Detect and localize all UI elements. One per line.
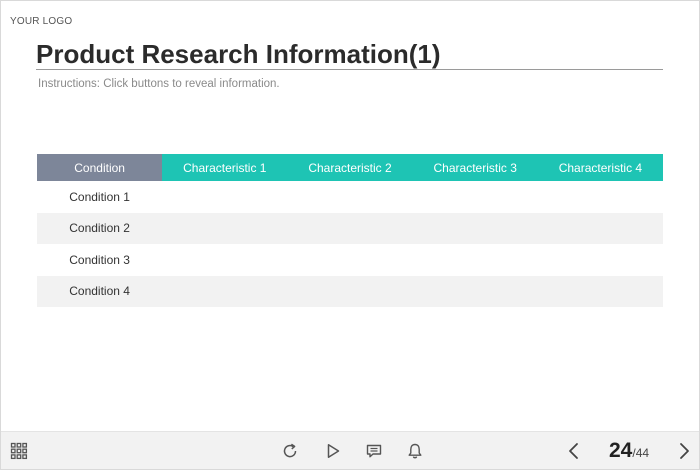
condition-label: Condition 1	[69, 189, 130, 204]
page-title: Product Research Information(1)	[36, 39, 441, 69]
condition-label: Condition 3	[69, 252, 130, 267]
page-total: 44	[635, 446, 650, 460]
comment-icon[interactable]	[363, 440, 385, 462]
reveal-cell[interactable]	[162, 213, 287, 245]
reveal-cell[interactable]	[287, 244, 412, 276]
table-row: Condition 4	[37, 275, 663, 308]
page-indicator: 24 / 44	[609, 439, 649, 463]
header-condition: Condition	[37, 154, 163, 181]
reveal-cell[interactable]	[413, 181, 538, 213]
condition-label: Condition 4	[69, 284, 130, 299]
chevron-left-icon[interactable]	[563, 440, 585, 462]
header-characteristic-3[interactable]: Characteristic 3	[412, 154, 538, 181]
research-table: Condition Characteristic 1 Characteristi…	[37, 154, 664, 308]
reveal-cell[interactable]	[413, 276, 538, 308]
play-icon[interactable]	[322, 440, 344, 462]
instructions-text: Instructions: Click buttons to reveal in…	[38, 78, 280, 90]
replay-icon[interactable]	[279, 440, 301, 462]
table-row: Condition 2	[37, 212, 663, 245]
reveal-cell[interactable]	[287, 276, 412, 308]
table-row: Condition 3	[37, 244, 663, 276]
reveal-cell[interactable]	[538, 276, 663, 308]
condition-label: Condition 2	[69, 221, 130, 236]
reveal-cell[interactable]	[538, 213, 663, 245]
reveal-cell[interactable]	[413, 244, 538, 276]
header-characteristic-1[interactable]: Characteristic 1	[162, 154, 288, 181]
table-row: Condition 1	[37, 181, 663, 213]
header-characteristic-2[interactable]: Characteristic 2	[287, 154, 413, 181]
reveal-cell[interactable]	[162, 181, 287, 213]
logo: YOUR LOGO	[10, 16, 73, 27]
reveal-cell[interactable]	[162, 244, 287, 276]
chevron-right-icon[interactable]	[673, 440, 695, 462]
reveal-cell[interactable]	[413, 213, 538, 245]
reveal-cell[interactable]	[538, 181, 663, 213]
menu-grid-icon[interactable]	[8, 440, 30, 462]
reveal-cell[interactable]	[538, 244, 663, 276]
title-divider	[36, 69, 663, 70]
player-control-bar: 24 / 44	[1, 431, 699, 469]
table-header: Condition Characteristic 1 Characteristi…	[37, 154, 664, 181]
reveal-cell[interactable]	[287, 213, 412, 245]
slide-frame: YOUR LOGO Product Research Information(1…	[0, 0, 700, 470]
page-current: 24	[609, 439, 633, 462]
reveal-cell[interactable]	[162, 276, 287, 308]
bell-icon[interactable]	[404, 440, 426, 462]
header-characteristic-4[interactable]: Characteristic 4	[537, 154, 664, 181]
reveal-cell[interactable]	[287, 181, 412, 213]
